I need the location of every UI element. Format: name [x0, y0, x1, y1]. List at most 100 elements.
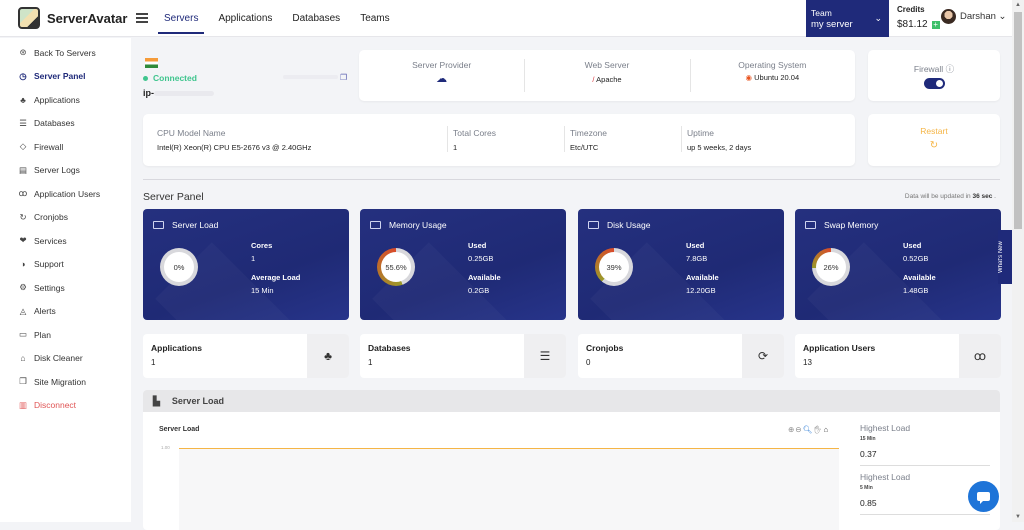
count-card-databases[interactable]: Databases 1 ☰: [360, 334, 566, 378]
restart-label: Restart: [920, 126, 948, 136]
y-tick-label: 1.00: [161, 445, 170, 450]
highest-load-15min: Highest Load 15 Min 0.37: [860, 423, 990, 466]
database-icon: ☰: [19, 117, 27, 128]
stat-key: Cores: [251, 241, 273, 250]
team-value: my server: [811, 19, 853, 30]
credits-label: Credits: [897, 5, 925, 14]
stat-key: Available: [903, 273, 936, 282]
section-title: Server Load: [171, 396, 224, 406]
sidebar-item-settings[interactable]: ⚙ Settings: [0, 276, 131, 300]
nav-teams[interactable]: Teams: [360, 3, 389, 34]
cloud-icon: ☁: [436, 73, 448, 85]
stat-value: 0.52GB: [903, 254, 929, 263]
heartbeat-icon: ❤: [19, 235, 27, 246]
stat-title: Swap Memory: [824, 220, 879, 230]
sidebar-item-firewall[interactable]: ◇ Firewall: [0, 135, 131, 159]
uptime-value: up 5 weeks, 2 days: [687, 143, 752, 152]
zoom-out-icon[interactable]: ⊖: [795, 425, 802, 434]
refresh-icon: ⟳: [742, 334, 784, 378]
stat-card-memory-usage: Memory Usage 55.6% Used 0.25GB Available 0…: [360, 209, 566, 320]
sidebar-item-label: Back To Servers: [34, 47, 96, 58]
nav-databases[interactable]: Databases: [292, 3, 340, 34]
disk-icon: ⌂: [20, 353, 26, 364]
chart-title: Server Load: [159, 426, 200, 433]
info-icon[interactable]: ⓘ: [946, 64, 955, 74]
scroll-down-icon[interactable]: ▼: [1015, 514, 1021, 520]
ubuntu-icon: ◉: [745, 73, 753, 82]
stat-value: 7.8GB: [686, 254, 708, 263]
sidebar-item-cronjobs[interactable]: ↻ Cronjobs: [0, 206, 131, 230]
user-menu[interactable]: Darshan ⌄: [941, 9, 1007, 24]
memory-icon: [370, 221, 381, 229]
scroll-up-icon[interactable]: ▲: [1015, 2, 1021, 8]
stat-card-server-load: Server Load 0% Cores 1 Average Load 15 Min: [143, 209, 349, 320]
logo-icon: [18, 7, 40, 29]
users-icon: ꝏ: [959, 334, 1001, 378]
sidebar-item-site-migration[interactable]: ❐ Site Migration: [0, 370, 131, 394]
sidebar-item-plan[interactable]: ▭ Plan: [0, 323, 131, 347]
nav-servers[interactable]: Servers: [157, 3, 205, 34]
count-value: 1: [151, 358, 156, 367]
count-title: Databases: [368, 343, 411, 353]
sidebar-item-back-to-servers[interactable]: ⊛ Back To Servers: [0, 41, 131, 65]
back-icon: ⊛: [19, 47, 27, 58]
sidebar-item-databases[interactable]: ☰ Databases: [0, 112, 131, 136]
count-card-cronjobs[interactable]: Cronjobs 0 ⟳: [578, 334, 784, 378]
sidebar-item-server-logs[interactable]: ▤ Server Logs: [0, 159, 131, 183]
memory-icon: [805, 221, 816, 229]
page-scrollbar[interactable]: ▲ ▼: [1012, 0, 1024, 522]
team-selector[interactable]: Team my server ⌄: [806, 0, 889, 37]
india-flag-icon: [145, 58, 158, 68]
avatar: [941, 9, 956, 24]
update-seconds: 36 sec: [972, 193, 993, 200]
sidebar-item-disconnect[interactable]: ▥ Disconnect: [0, 394, 131, 418]
logo[interactable]: ServerAvatar: [18, 7, 136, 29]
sidebar-item-services[interactable]: ❤ Services: [0, 229, 131, 253]
count-title: Cronjobs: [586, 343, 624, 353]
stat-value: 1: [251, 254, 256, 263]
scrollbar-thumb[interactable]: [1014, 12, 1022, 229]
sidebar-item-applications[interactable]: ♣ Applications: [0, 88, 131, 112]
sidebar-item-label: Disconnect: [34, 400, 77, 411]
server-load-section: ▙ Server Load Server Load ⊕⊖🔍︎✋︎⌂ 1.00 Hi…: [143, 390, 1000, 530]
gauge-value: 0%: [164, 252, 194, 282]
applications-icon: ♣: [20, 94, 26, 105]
gauge-value: 26%: [816, 252, 846, 282]
bar-chart-icon: ▙: [153, 395, 160, 406]
chat-button[interactable]: [968, 481, 999, 512]
stat-card-disk-usage: Disk Usage 39% Used 7.8GB Available 12.20G…: [578, 209, 784, 320]
count-card-application-users[interactable]: Application Users 13 ꝏ: [795, 334, 1001, 378]
restart-button[interactable]: Restart ↻: [868, 114, 1000, 166]
stat-key: Used: [903, 241, 922, 250]
add-credits-icon[interactable]: +: [931, 20, 940, 29]
sidebar-item-label: Site Migration: [34, 376, 86, 387]
sidebar-item-disk-cleaner[interactable]: ⌂ Disk Cleaner: [0, 347, 131, 371]
sidebar-item-alerts[interactable]: ◬ Alerts: [0, 300, 131, 324]
pan-hand-icon[interactable]: ✋︎: [813, 425, 824, 434]
copy-icon[interactable]: ❐: [340, 73, 347, 82]
count-card-applications[interactable]: Applications 1 ♣: [143, 334, 349, 378]
sidebar-item-label: Server Logs: [34, 165, 80, 176]
whats-new-tab[interactable]: What's New: [998, 230, 1012, 284]
stat-key: Used: [468, 241, 487, 250]
sidebar-item-server-panel[interactable]: ◷ Server Panel: [0, 65, 131, 89]
sidebar-item-label: Applications: [34, 94, 80, 105]
menu-icon[interactable]: [136, 11, 148, 26]
home-icon[interactable]: ⌂: [824, 425, 830, 434]
redacted-ip: [283, 75, 338, 79]
webserver-label: Web Server: [584, 60, 630, 70]
cpu-value: Intel(R) Xeon(R) CPU E5-2676 v3 @ 2.40GH…: [157, 143, 312, 152]
search-icon[interactable]: 🔍︎: [803, 425, 814, 434]
sidebar-item-support[interactable]: ◑ Support: [0, 253, 131, 277]
redacted-hostname: [154, 91, 214, 97]
sidebar-item-label: Settings: [34, 282, 65, 293]
stat-value: 15 Min: [251, 286, 274, 295]
sidebar-item-application-users[interactable]: ꝏ Application Users: [0, 182, 131, 206]
firewall-toggle[interactable]: [923, 78, 945, 89]
nav-applications[interactable]: Applications: [218, 3, 272, 34]
gauge: 55.6%: [377, 248, 415, 286]
document-icon: ▤: [18, 164, 28, 175]
stat-title: Server Load: [172, 220, 219, 230]
stat-title: Memory Usage: [389, 220, 447, 230]
highest-value: 0.37: [860, 449, 990, 466]
